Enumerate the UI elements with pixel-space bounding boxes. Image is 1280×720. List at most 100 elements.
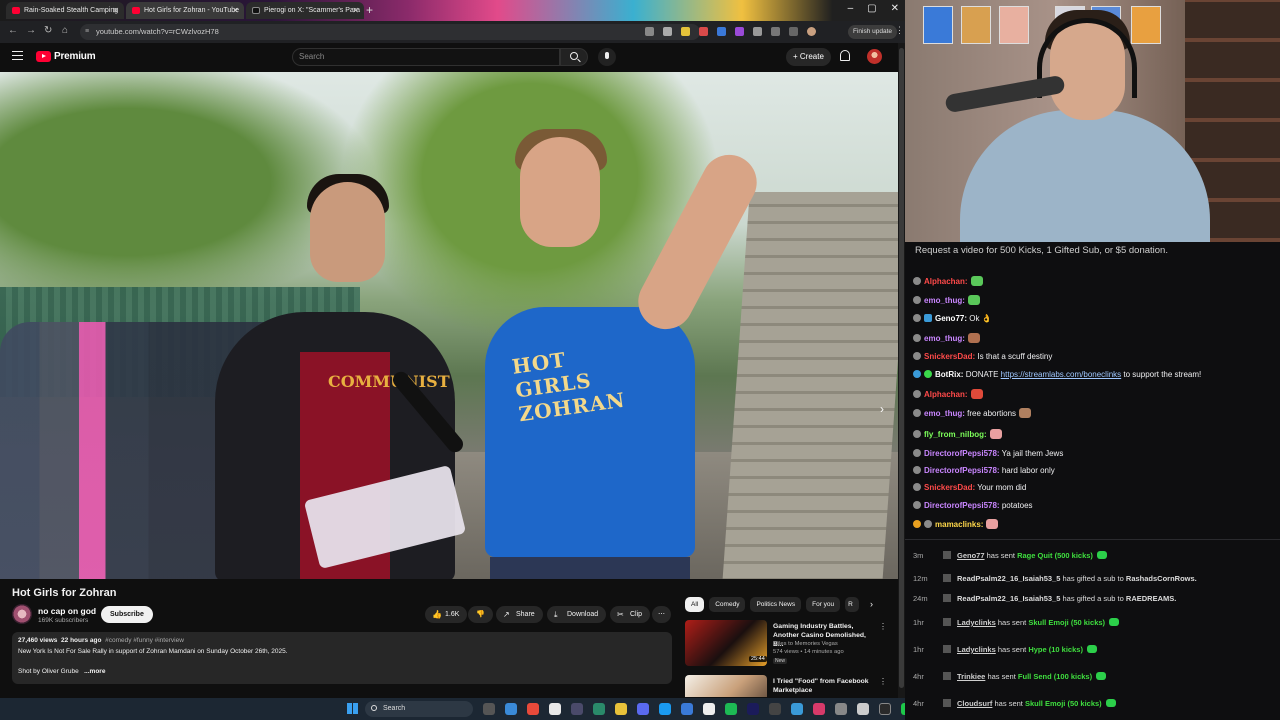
close-icon[interactable]: ✕ (352, 2, 359, 19)
event-user[interactable]: Trinkiee (957, 672, 985, 681)
maximize-icon[interactable]: ▢ (867, 3, 876, 14)
tab-stealth-camping[interactable]: Rain-Soaked Stealth Camping ✕ (6, 2, 124, 19)
chat-username[interactable]: BotRix: (935, 370, 963, 379)
search-button[interactable] (560, 48, 588, 66)
event-user[interactable]: ReadPsalm22_16_Isaiah53_5 (957, 594, 1060, 603)
cast-icon[interactable] (645, 27, 654, 36)
finish-update-button[interactable]: Finish update (848, 25, 898, 39)
chips-next-icon[interactable]: › (870, 599, 873, 609)
close-icon[interactable]: ✕ (232, 2, 239, 19)
tab-pierogi[interactable]: Pierogi on X: "Scammer's Para ✕ (246, 2, 364, 19)
more-link[interactable]: ...more (84, 668, 105, 675)
share-button[interactable]: ↗ Share (496, 606, 543, 623)
next-chevron-icon[interactable]: › (880, 402, 884, 416)
clip-button[interactable]: ✂ Clip (610, 606, 651, 623)
account-avatar[interactable] (867, 49, 882, 64)
app-icon[interactable] (769, 703, 781, 715)
chat-username[interactable]: Alphachan: (924, 277, 968, 286)
app-icon[interactable] (879, 703, 891, 715)
forward-icon[interactable]: → (26, 25, 36, 36)
channel-name[interactable]: no cap on god (38, 606, 96, 616)
more-menu-icon[interactable]: ⋮ (879, 677, 885, 686)
tab-hot-girls[interactable]: Hot Girls for Zohran - YouTube ✕ (126, 2, 244, 19)
chip-politics-news[interactable]: Politics News (750, 597, 802, 612)
chat-username[interactable]: fly_from_nilbog: (924, 430, 987, 439)
app-icon[interactable] (857, 703, 869, 715)
url-field[interactable]: ≡ youtube.com/watch?v=rCWzlvozH78 (80, 24, 700, 40)
more-menu-icon[interactable]: ⋮ (879, 622, 887, 631)
extension-icon[interactable] (717, 27, 726, 36)
close-window-icon[interactable]: ✕ (891, 3, 899, 14)
chat-username[interactable]: Geno77: (935, 314, 967, 323)
spotify-icon[interactable] (725, 703, 737, 715)
chat-username[interactable]: DirectorofPepsi578: (924, 501, 1000, 510)
discord-icon[interactable] (637, 703, 649, 715)
recommended-title[interactable]: I Tried "Food" from Facebook Marketplace (773, 677, 877, 695)
minimize-icon[interactable]: – (848, 3, 854, 14)
app-icon[interactable] (703, 703, 715, 715)
obs-icon[interactable] (549, 703, 561, 715)
event-user[interactable]: ReadPsalm22_16_Isaiah53_5 (957, 574, 1060, 583)
chat-username[interactable]: DirectorofPepsi578: (924, 466, 1000, 475)
puzzle-icon[interactable] (753, 27, 762, 36)
download-icon[interactable] (789, 27, 798, 36)
app-icon[interactable] (593, 703, 605, 715)
extension-icon[interactable] (735, 27, 744, 36)
app-icon[interactable] (571, 703, 583, 715)
recommended-channel[interactable]: Miles to Memories Vegas (773, 641, 838, 647)
notifications-bell-icon[interactable] (840, 50, 850, 61)
close-icon[interactable]: ✕ (112, 2, 119, 19)
download-button[interactable]: ⤓ Download (547, 606, 607, 623)
app-icon[interactable] (659, 703, 671, 715)
more-actions-icon[interactable]: ⋯ (652, 606, 671, 623)
description-box[interactable]: 27,460 views 22 hours ago #comedy #funny… (12, 632, 672, 684)
scrollbar-thumb[interactable] (899, 48, 904, 688)
recommended-video[interactable]: 25:44 Gaming Industry Battles, Another C… (685, 620, 887, 670)
dislike-button[interactable]: 👎 (468, 606, 493, 623)
chat-username[interactable]: SnickersDad: (924, 352, 975, 361)
extension-icon[interactable] (681, 27, 690, 36)
event-user[interactable]: Ladyclinks (957, 618, 996, 627)
chat-username[interactable]: emo_thug: (924, 296, 965, 305)
chip-truncated[interactable]: R (845, 597, 860, 612)
site-info-icon[interactable]: ≡ (85, 24, 89, 40)
channel-avatar[interactable] (12, 604, 32, 624)
folder-icon[interactable] (615, 703, 627, 715)
sidebar-icon[interactable] (771, 27, 780, 36)
task-view-icon[interactable] (483, 703, 495, 715)
app-icon[interactable] (813, 703, 825, 715)
video-player[interactable]: COMMUNIST HOT GIRLS ZOHRAN › (0, 72, 898, 579)
hamburger-menu-icon[interactable] (12, 51, 23, 60)
page-scrollbar[interactable] (898, 43, 905, 698)
profile-avatar[interactable] (807, 27, 816, 36)
chat-username[interactable]: Alphachan: (924, 390, 968, 399)
new-tab-icon[interactable]: + (366, 3, 373, 17)
create-button[interactable]: + Create (786, 48, 831, 66)
chip-all[interactable]: All (685, 597, 705, 612)
chat-username[interactable]: emo_thug: (924, 409, 965, 418)
voice-search-icon[interactable] (598, 48, 616, 66)
reload-icon[interactable]: ↻ (44, 25, 52, 36)
video-thumbnail[interactable] (685, 675, 767, 697)
chat-username[interactable]: mamaclinks: (935, 520, 983, 529)
donation-link[interactable]: https://streamlabs.com/boneclinks (1001, 370, 1122, 379)
more-menu-icon[interactable]: ⋮ (895, 25, 904, 36)
like-button[interactable]: 👍 1.6K (425, 606, 468, 623)
subscribe-button[interactable]: Subscribe (101, 606, 153, 623)
home-icon[interactable]: ⌂ (62, 25, 68, 36)
event-user[interactable]: Cloudsurf (957, 699, 992, 708)
chat-username[interactable]: SnickersDad: (924, 483, 975, 492)
youtube-logo[interactable]: Premium (36, 51, 96, 62)
chip-comedy[interactable]: Comedy (709, 597, 746, 612)
back-icon[interactable]: ← (8, 25, 18, 36)
bookmark-star-icon[interactable] (663, 27, 672, 36)
extension-icon[interactable] (699, 27, 708, 36)
windows-start-icon[interactable] (347, 703, 358, 714)
app-icon[interactable] (747, 703, 759, 715)
event-user[interactable]: Geno77 (957, 551, 985, 560)
app-icon[interactable] (505, 703, 517, 715)
search-input[interactable]: Search (292, 48, 560, 66)
chat-username[interactable]: DirectorofPepsi578: (924, 449, 1000, 458)
app-icon[interactable] (681, 703, 693, 715)
chat-username[interactable]: emo_thug: (924, 334, 965, 343)
